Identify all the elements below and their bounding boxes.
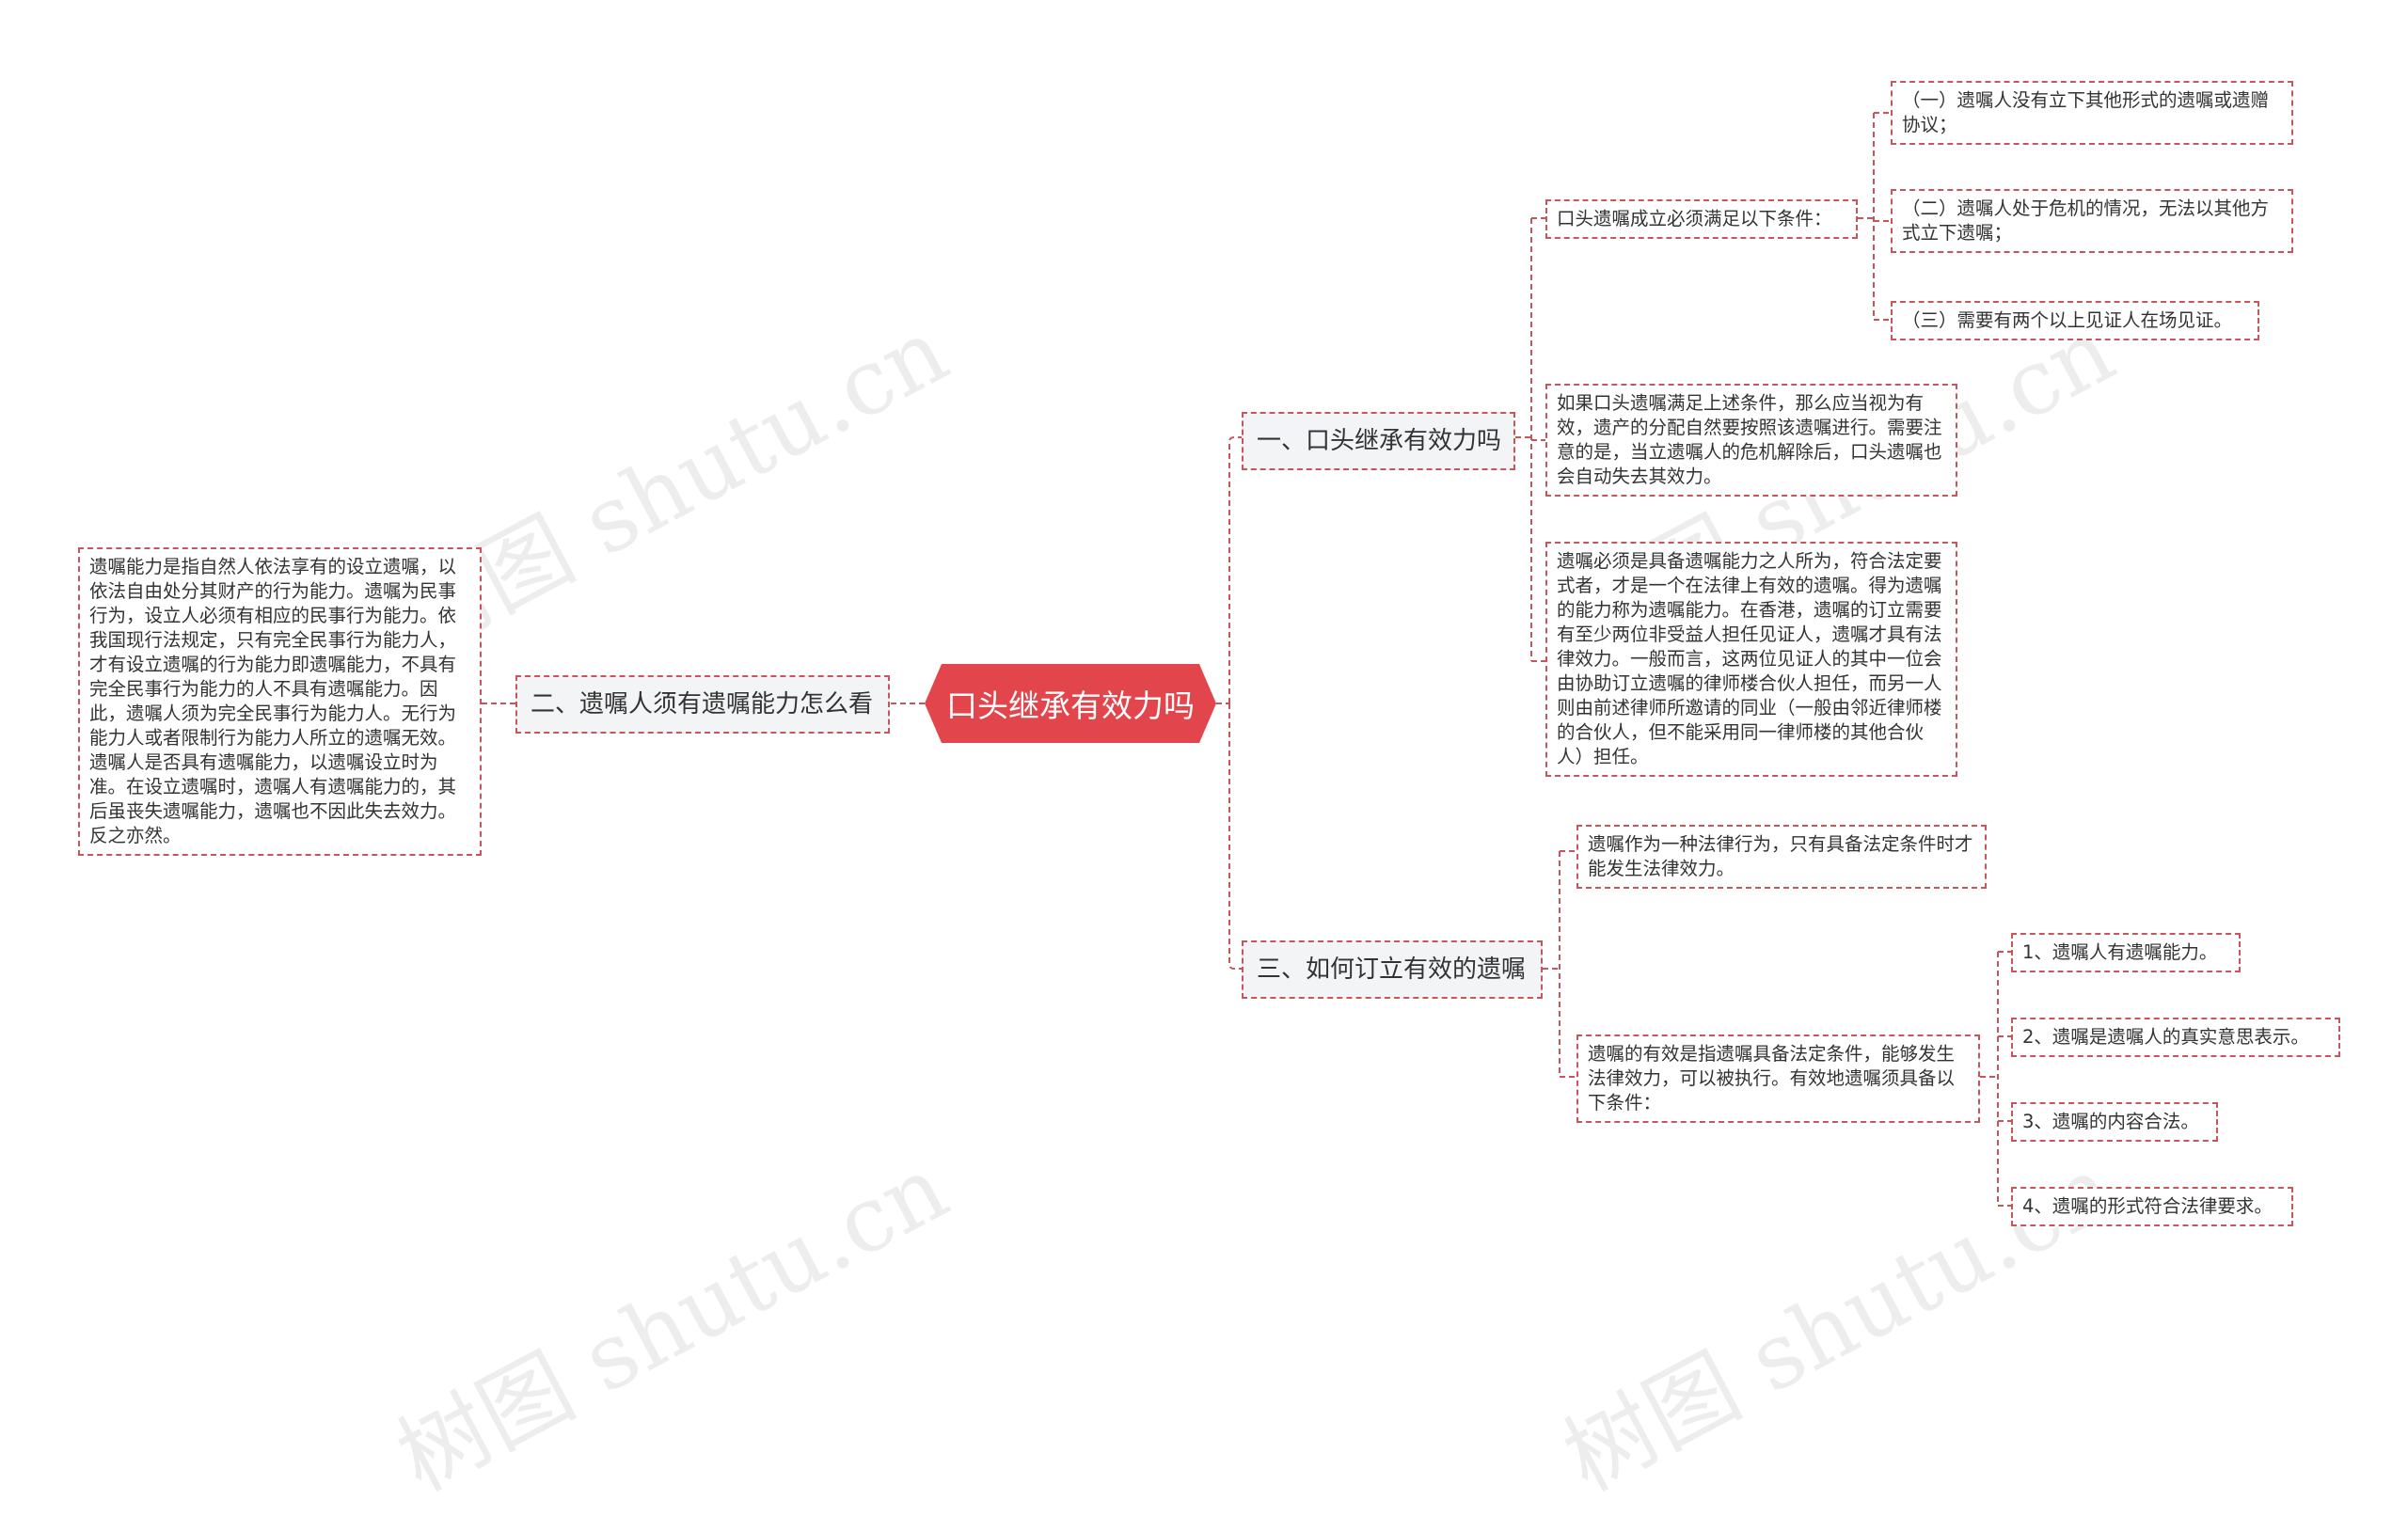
node-validity-2[interactable]: 2、遗嘱是遗嘱人的真实意思表示。 [2011,1018,2340,1057]
branch-node-valid-will[interactable]: 三、如何订立有效的遗嘱 [1242,940,1543,999]
node-will-capacity-hk[interactable]: 遗嘱必须是具备遗嘱能力之人所为，符合法定要式者，才是一个在法律上有效的遗嘱。得为… [1545,542,1957,777]
node-validity-3[interactable]: 3、遗嘱的内容合法。 [2011,1102,2218,1142]
node-validity-conditions[interactable]: 遗嘱的有效是指遗嘱具备法定条件，能够发生法律效力，可以被执行。有效地遗嘱须具备以… [1576,1034,1980,1123]
node-oral-will-effect[interactable]: 如果口头遗嘱满足上述条件，那么应当视为有效，遗产的分配自然要按照该遗嘱进行。需要… [1545,384,1957,497]
node-oral-will-conditions[interactable]: 口头遗嘱成立必须满足以下条件： [1545,199,1858,239]
node-validity-1[interactable]: 1、遗嘱人有遗嘱能力。 [2011,933,2241,972]
node-validity-4[interactable]: 4、遗嘱的形式符合法律要求。 [2011,1187,2293,1226]
node-legal-act[interactable]: 遗嘱作为一种法律行为，只有具备法定条件时才能发生法律效力。 [1576,825,1987,889]
root-node[interactable]: 口头继承有效力吗 [925,664,1216,743]
node-condition-2[interactable]: （二）遗嘱人处于危机的情况，无法以其他方式立下遗嘱； [1891,189,2293,253]
node-capacity-definition[interactable]: 遗嘱能力是指自然人依法享有的设立遗嘱，以依法自由处分其财产的行为能力。遗嘱为民事… [78,547,482,856]
branch-node-oral-will-validity[interactable]: 一、口头继承有效力吗 [1242,412,1515,470]
branch-node-testamentary-capacity[interactable]: 二、遗嘱人须有遗嘱能力怎么看 [515,675,890,734]
node-condition-3[interactable]: （三）需要有两个以上见证人在场见证。 [1891,301,2259,340]
node-condition-1[interactable]: （一）遗嘱人没有立下其他形式的遗嘱或遗赠协议； [1891,81,2293,145]
